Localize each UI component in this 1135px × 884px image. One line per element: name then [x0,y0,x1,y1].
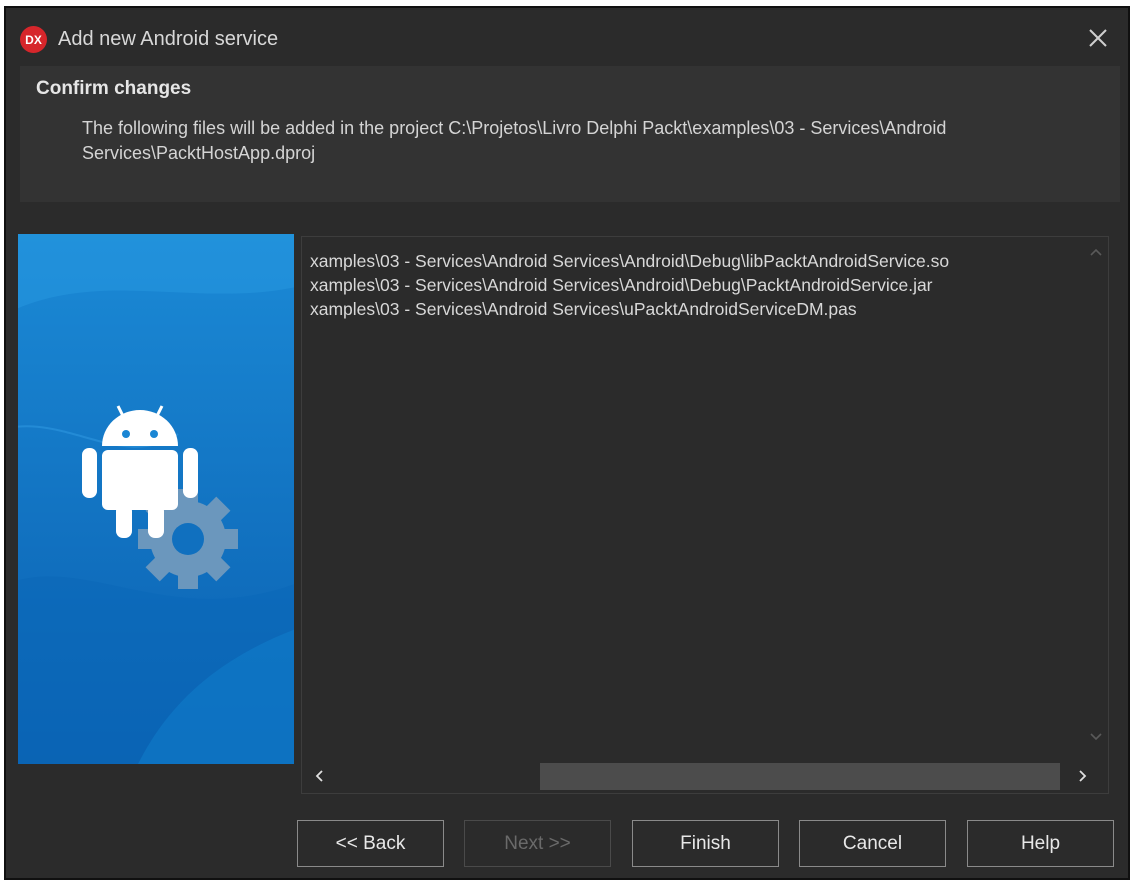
file-list: xamples\03 - Services\Android Services\A… [310,249,1090,321]
list-item: xamples\03 - Services\Android Services\A… [310,251,950,271]
chevron-left-icon[interactable] [314,769,324,783]
dialog-title: Add new Android service [58,28,279,50]
cancel-button[interactable]: Cancel [799,820,946,867]
wizard-header: Confirm changes The following files will… [20,66,1120,202]
chevron-up-icon[interactable] [1089,247,1103,257]
back-button[interactable]: << Back [297,820,444,867]
delphi-logo-icon: DX [20,26,47,53]
dialog-window: DX Add new Android service Confirm chang… [4,6,1130,880]
list-item: xamples\03 - Services\Android Services\A… [310,275,933,295]
finish-button[interactable]: Finish [632,820,779,867]
android-service-banner [18,234,294,764]
list-item: xamples\03 - Services\Android Services\u… [310,299,857,319]
page-title: Confirm changes [36,78,192,99]
scrollbar-thumb[interactable] [540,763,1060,790]
chevron-right-icon[interactable] [1078,769,1088,783]
help-button[interactable]: Help [967,820,1114,867]
horizontal-scrollbar[interactable] [302,759,1108,793]
files-list-box[interactable]: xamples\03 - Services\Android Services\A… [301,236,1109,794]
title-bar: DX Add new Android service [6,8,1128,66]
close-icon[interactable] [1082,22,1114,54]
next-button[interactable]: Next >> [464,820,611,867]
vertical-scrollbar[interactable] [1084,237,1108,757]
page-description: The following files will be added in the… [82,118,947,163]
chevron-down-icon[interactable] [1089,732,1103,742]
